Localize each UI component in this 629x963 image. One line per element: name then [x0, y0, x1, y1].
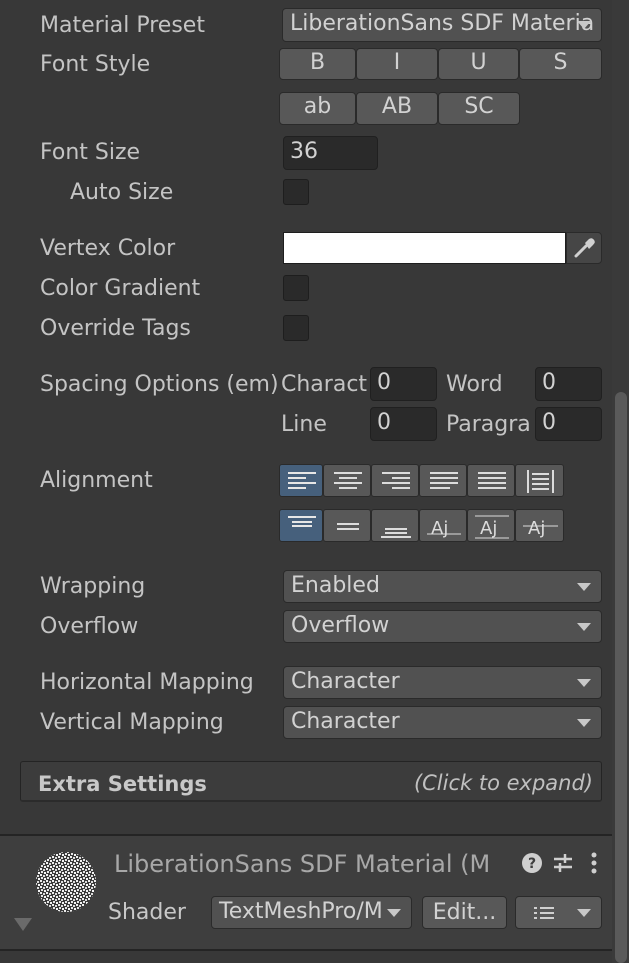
- foldout-arrow-icon[interactable]: [12, 915, 34, 933]
- align-center-button[interactable]: [323, 464, 371, 497]
- svg-text:Aj: Aj: [528, 518, 545, 539]
- line-spacing-label: Line: [281, 412, 327, 437]
- material-preset-value: LiberationSans SDF Materia: [290, 11, 595, 36]
- wrapping-dropdown[interactable]: Enabled: [283, 570, 602, 603]
- shader-label: Shader: [108, 900, 186, 925]
- list-icon: [534, 907, 554, 919]
- align-bottom-icon: [381, 528, 411, 538]
- color-gradient-checkbox[interactable]: [283, 275, 309, 301]
- align-top-button[interactable]: [279, 509, 323, 542]
- svg-text:?: ?: [528, 856, 536, 872]
- presets-icon[interactable]: [551, 851, 575, 875]
- vertical-mapping-label: Vertical Mapping: [40, 710, 224, 735]
- overflow-dropdown[interactable]: Overflow: [283, 610, 602, 643]
- overflow-value: Overflow: [291, 613, 390, 638]
- wrapping-value: Enabled: [291, 573, 380, 598]
- align-left-button[interactable]: [279, 464, 323, 497]
- font-size-input[interactable]: 36: [283, 136, 378, 170]
- align-right-button[interactable]: [371, 464, 419, 497]
- underline-button[interactable]: U: [438, 48, 519, 80]
- align-geometry-center-icon: [527, 470, 554, 493]
- extra-settings-title: Extra Settings: [38, 772, 207, 796]
- lowercase-button[interactable]: ab: [279, 92, 356, 125]
- align-midline-icon: Aj: [475, 515, 509, 539]
- edit-shader-button[interactable]: Edit...: [422, 896, 507, 929]
- chevron-down-icon: [577, 719, 591, 727]
- bottom-divider: [0, 949, 612, 951]
- align-baseline-button[interactable]: Aj: [419, 509, 467, 542]
- align-capline-icon: Aj: [523, 518, 558, 539]
- word-spacing-label: Word: [446, 372, 503, 397]
- material-preview-icon: [36, 852, 96, 912]
- alignment-label: Alignment: [40, 468, 153, 493]
- shader-dropdown[interactable]: TextMeshPro/M: [211, 896, 412, 929]
- auto-size-checkbox[interactable]: [283, 179, 309, 205]
- word-spacing-input[interactable]: 0: [535, 367, 602, 401]
- align-bottom-button[interactable]: [371, 509, 419, 542]
- more-options-icon[interactable]: [584, 851, 604, 875]
- character-spacing-label: Charact: [281, 372, 368, 397]
- scrollbar-thumb[interactable]: [615, 392, 627, 963]
- line-spacing-input[interactable]: 0: [370, 407, 437, 441]
- align-capline-button[interactable]: Aj: [515, 509, 564, 542]
- extra-settings-hint: (Click to expand): [413, 771, 593, 795]
- vertical-mapping-value: Character: [291, 709, 400, 734]
- align-justified-icon: [430, 472, 458, 489]
- extra-settings-foldout[interactable]: Extra Settings (Click to expand): [20, 761, 602, 802]
- character-spacing-input[interactable]: 0: [370, 367, 437, 401]
- chevron-down-icon: [387, 909, 401, 917]
- eyedropper-icon: [574, 238, 595, 258]
- align-center-icon: [334, 472, 362, 489]
- align-midline-button[interactable]: Aj: [467, 509, 515, 542]
- override-tags-checkbox[interactable]: [283, 315, 309, 341]
- paragraph-spacing-input[interactable]: 0: [535, 407, 602, 441]
- vertical-mapping-dropdown[interactable]: Character: [283, 706, 602, 739]
- overflow-label: Overflow: [40, 614, 139, 639]
- color-gradient-label: Color Gradient: [40, 276, 201, 301]
- vertex-color-swatch[interactable]: [283, 232, 566, 264]
- align-baseline-icon: Aj: [427, 518, 461, 539]
- horizontal-mapping-label: Horizontal Mapping: [40, 670, 254, 695]
- chevron-down-icon: [577, 583, 591, 591]
- help-icon[interactable]: ?: [520, 851, 544, 875]
- svg-text:Aj: Aj: [480, 518, 497, 539]
- align-geometry-center-button[interactable]: [515, 464, 564, 497]
- uppercase-button[interactable]: AB: [356, 92, 438, 125]
- vertex-color-label: Vertex Color: [40, 236, 176, 261]
- font-size-label: Font Size: [40, 140, 141, 165]
- svg-text:Aj: Aj: [431, 518, 448, 539]
- chevron-down-icon: [577, 623, 591, 631]
- horizontal-mapping-dropdown[interactable]: Character: [283, 666, 602, 699]
- shader-value: TextMeshPro/M: [219, 899, 383, 924]
- align-flush-icon: [478, 472, 506, 489]
- align-right-icon: [382, 472, 410, 489]
- align-top-icon: [288, 516, 316, 527]
- chevron-down-icon: [577, 21, 591, 29]
- font-style-label: Font Style: [40, 52, 151, 77]
- strikethrough-button[interactable]: S: [519, 48, 602, 80]
- align-middle-icon: [337, 523, 359, 530]
- align-left-icon: [288, 472, 316, 489]
- bold-button[interactable]: B: [279, 48, 356, 80]
- spacing-options-label: Spacing Options (em): [40, 372, 279, 397]
- wrapping-label: Wrapping: [40, 574, 146, 599]
- align-flush-button[interactable]: [467, 464, 515, 497]
- paragraph-spacing-label: Paragra: [446, 412, 531, 437]
- material-component-title: LiberationSans SDF Material (M: [114, 850, 491, 878]
- eyedropper-button[interactable]: [566, 232, 602, 264]
- chevron-down-icon: [577, 679, 591, 687]
- horizontal-mapping-value: Character: [291, 669, 400, 694]
- override-tags-label: Override Tags: [40, 316, 191, 341]
- shader-options-button[interactable]: [515, 896, 602, 929]
- smallcaps-button[interactable]: SC: [438, 92, 520, 125]
- auto-size-label: Auto Size: [70, 180, 174, 205]
- align-justified-button[interactable]: [419, 464, 467, 497]
- material-preset-dropdown[interactable]: LiberationSans SDF Materia: [282, 8, 602, 42]
- italic-button[interactable]: I: [356, 48, 438, 80]
- chevron-down-icon: [577, 909, 591, 917]
- align-middle-button[interactable]: [323, 509, 371, 542]
- material-preset-label: Material Preset: [40, 13, 205, 38]
